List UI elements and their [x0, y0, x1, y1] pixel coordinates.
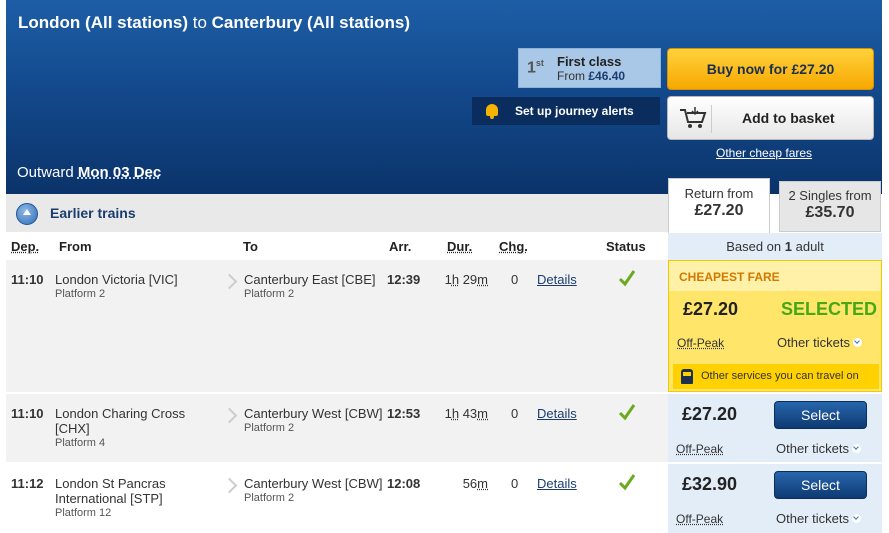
from-station: London St Pancras International [STP] Pla… — [55, 476, 223, 520]
departure-time: 11:10 — [11, 272, 44, 287]
details-link[interactable]: Details — [537, 406, 577, 421]
route-title: London (All stations) to Canterbury (All… — [18, 13, 410, 33]
other-tickets-dropdown[interactable]: Other tickets — [776, 511, 861, 526]
other-services-info[interactable]: Other services you can travel on — [673, 364, 879, 389]
chevron-down-icon — [851, 514, 861, 523]
changes: 0 — [511, 406, 519, 421]
cheapest-fare-banner: CHEAPEST FARE — [669, 261, 881, 291]
chevron-down-icon — [852, 338, 862, 347]
other-services-label: Other services you can travel on — [701, 370, 859, 382]
journey-alerts-button[interactable]: Set up journey alerts — [472, 97, 660, 125]
from-station: London Charing Cross [CHX] Platform 4 — [55, 406, 223, 450]
arrival-time: 12:39 — [387, 272, 421, 287]
passenger-basis: Based on 1 adult — [668, 233, 882, 260]
route-to-word: to — [192, 13, 207, 32]
to-station: Canterbury East [CBE] Platform 2 — [244, 272, 384, 301]
ticket-type-link[interactable]: Off-Peak — [677, 336, 724, 350]
outward-date: Mon 03 Dec — [77, 164, 162, 181]
details-link[interactable]: Details — [537, 272, 577, 287]
journey-row[interactable]: 11:10 London Charing Cross [CHX] Platform… — [6, 394, 668, 462]
first-class-icon: 1st — [527, 58, 544, 77]
first-class-price: From £46.40 — [557, 69, 626, 83]
duration: 56m — [462, 476, 488, 491]
buy-now-button[interactable]: Buy now for £27.20 — [667, 48, 874, 90]
fare-cell-selected[interactable]: CHEAPEST FARE £27.20 SELECTED Off-Peak O… — [668, 260, 882, 392]
fare-price: £27.20 — [683, 299, 739, 319]
chevron-right-icon — [224, 410, 233, 424]
departure-time: 11:12 — [11, 476, 44, 491]
outward-date-label: Outward Mon 03 Dec — [17, 164, 161, 181]
origin-station: London (All stations) — [18, 13, 188, 32]
from-station: London Victoria [VIC] Platform 2 — [55, 272, 223, 301]
add-to-basket-label: Add to basket — [742, 110, 835, 126]
fare-price: £27.20 — [682, 404, 738, 424]
basket-icon — [678, 105, 712, 133]
arrival-time: 12:08 — [387, 476, 421, 491]
journey-alerts-label: Set up journey alerts — [515, 104, 634, 118]
selected-label: SELECTED — [781, 299, 878, 319]
to-platform: Platform 2 — [244, 422, 295, 434]
earlier-trains-row: Earlier trains — [6, 194, 668, 232]
tab-return[interactable]: Return from £27.20 — [668, 178, 770, 234]
return-tab-label: Return from — [684, 186, 754, 201]
column-arr: Arr. — [389, 239, 412, 254]
from-platform: Platform 12 — [55, 507, 112, 519]
tab-singles[interactable]: 2 Singles from £35.70 — [779, 181, 881, 232]
outward-label: Outward — [17, 164, 74, 181]
add-to-basket-button[interactable]: Add to basket — [667, 96, 874, 140]
bell-icon — [481, 102, 503, 120]
arrow-up-icon[interactable] — [16, 203, 38, 225]
arrival-time: 12:53 — [387, 406, 421, 421]
chevron-right-icon — [224, 276, 233, 290]
chevron-right-icon — [224, 480, 233, 494]
train-icon — [681, 369, 693, 384]
changes: 0 — [511, 272, 519, 287]
to-platform: Platform 2 — [244, 492, 295, 504]
ticket-type-link[interactable]: Off-Peak — [676, 442, 723, 456]
column-status: Status — [606, 239, 646, 254]
ticket-type-link[interactable]: Off-Peak — [676, 512, 723, 526]
other-tickets-dropdown[interactable]: Other tickets — [777, 335, 862, 350]
duration: 1h 29m — [444, 272, 488, 287]
to-station: Canterbury West [CBW] Platform 2 — [244, 406, 383, 434]
other-tickets-dropdown[interactable]: Other tickets — [776, 441, 861, 456]
status-check-icon — [618, 404, 636, 421]
first-class-upgrade[interactable]: 1st First class From £46.40 — [518, 48, 661, 88]
duration: 1h 43m — [444, 406, 488, 421]
status-check-icon — [618, 270, 636, 287]
first-class-title: First class — [557, 54, 622, 69]
to-station: Canterbury West [CBW] Platform 2 — [244, 476, 383, 504]
singles-tab-price: £35.70 — [805, 204, 855, 221]
changes: 0 — [511, 476, 519, 491]
from-platform: Platform 2 — [55, 288, 106, 300]
select-fare-button[interactable]: Select — [774, 471, 867, 499]
from-platform: Platform 4 — [55, 437, 106, 449]
fare-cell: £32.90 Select Off-Peak Other tickets — [668, 464, 882, 533]
other-cheap-fares-link[interactable]: Other cheap fares — [716, 146, 812, 160]
return-tab-price: £27.20 — [694, 202, 744, 219]
journey-column-headers: Dep. From To Arr. Dur. Chg. Status — [6, 233, 668, 259]
column-dur[interactable]: Dur. — [447, 239, 472, 254]
journey-row[interactable]: 11:12 London St Pancras International [S… — [6, 464, 668, 533]
to-platform: Platform 2 — [244, 288, 295, 300]
details-link[interactable]: Details — [537, 476, 577, 491]
select-fare-button[interactable]: Select — [774, 401, 867, 429]
fare-cell: £27.20 Select Off-Peak Other tickets — [668, 394, 882, 462]
chevron-down-icon — [851, 444, 861, 453]
fare-price: £32.90 — [682, 474, 738, 494]
journey-row[interactable]: 11:10 London Victoria [VIC] Platform 2 Ca… — [6, 260, 668, 392]
column-chg[interactable]: Chg. — [499, 239, 528, 254]
column-to: To — [243, 239, 258, 254]
column-dep[interactable]: Dep. — [11, 239, 39, 254]
column-from: From — [59, 239, 92, 254]
status-check-icon — [618, 474, 636, 491]
departure-time: 11:10 — [11, 406, 44, 421]
singles-tab-label: 2 Singles from — [788, 188, 872, 203]
earlier-trains-link[interactable]: Earlier trains — [50, 205, 136, 221]
destination-station: Canterbury (All stations) — [211, 13, 410, 32]
